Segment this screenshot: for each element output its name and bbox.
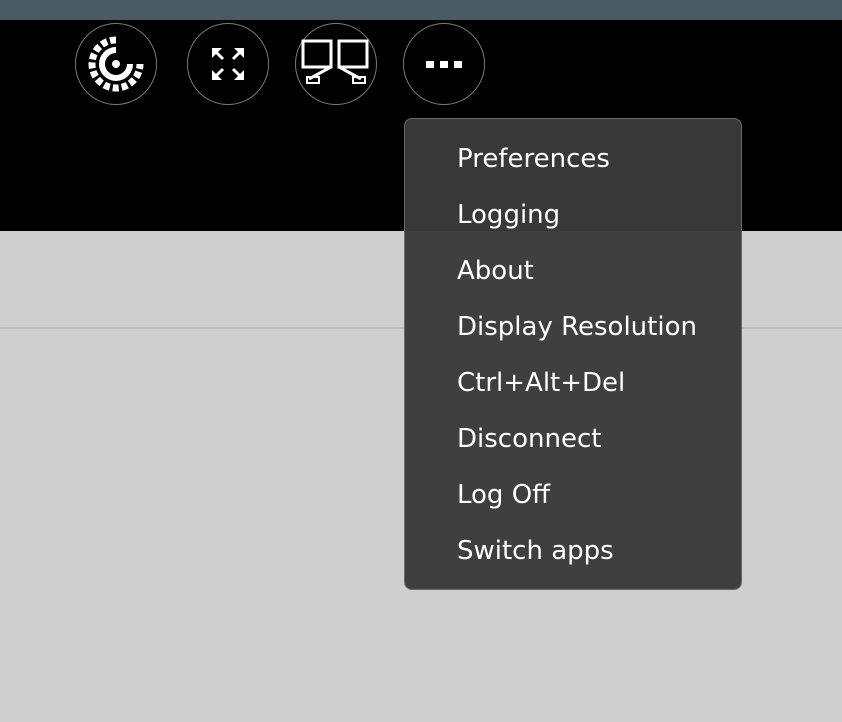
multi-monitor-button[interactable] [295, 23, 377, 105]
window-top-strip [0, 0, 842, 20]
menu-item-switch-apps[interactable]: Switch apps [405, 523, 741, 579]
menu-item-ctrl-alt-del[interactable]: Ctrl+Alt+Del [405, 355, 741, 411]
more-options-icon [426, 61, 462, 68]
fullscreen-button[interactable] [187, 23, 269, 105]
menu-item-disconnect[interactable]: Disconnect [405, 411, 741, 467]
menu-item-preferences[interactable]: Preferences [405, 131, 741, 187]
menu-item-display-resolution[interactable]: Display Resolution [405, 299, 741, 355]
citrix-logo-icon [88, 36, 144, 92]
menu-item-log-off[interactable]: Log Off [405, 467, 741, 523]
fullscreen-icon [212, 48, 244, 80]
menu-item-logging[interactable]: Logging [405, 187, 741, 243]
more-options-menu: Preferences Logging About Display Resolu… [404, 118, 742, 590]
menu-item-about[interactable]: About [405, 243, 741, 299]
multi-monitor-icon [301, 39, 369, 84]
more-options-button[interactable] [403, 23, 485, 105]
citrix-logo-button[interactable] [75, 23, 157, 105]
